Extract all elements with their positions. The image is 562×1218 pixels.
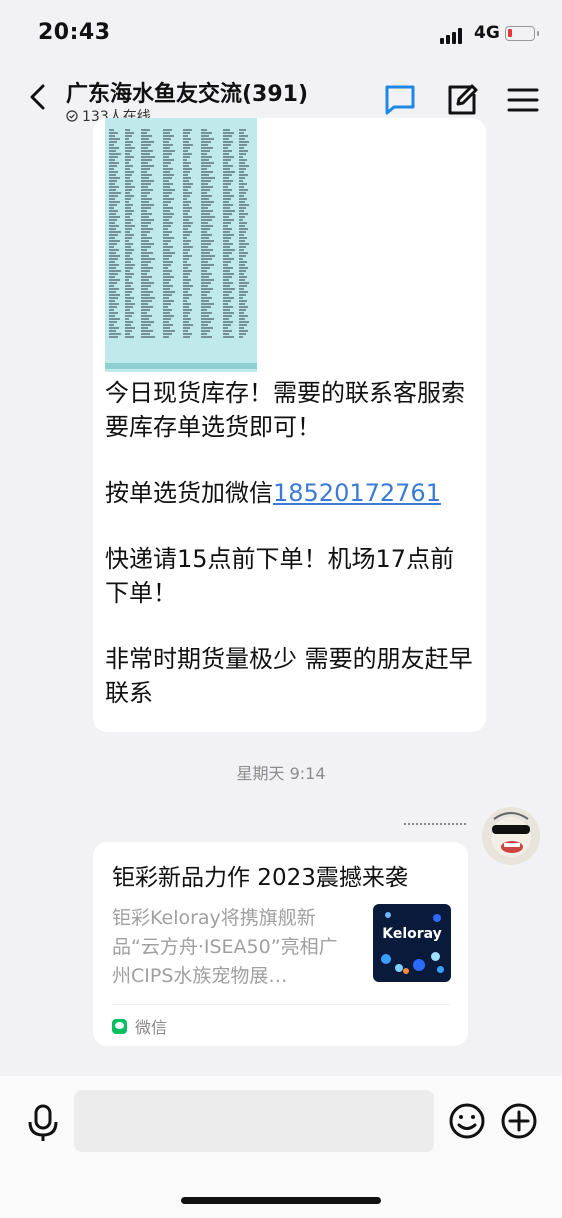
thumbnail-bubble (433, 914, 441, 922)
card-divider (112, 1004, 450, 1005)
group-title[interactable]: 广东海水鱼友交流(391) (66, 76, 308, 108)
message-timestamp: 星期天 9:14 (236, 764, 326, 783)
image-text-column (125, 128, 135, 352)
thumbnail-bubble (403, 968, 409, 974)
thumbnail-bubble (395, 964, 403, 972)
link-card[interactable]: 钜彩新品力作 2023震撼来袭 钜彩Keloray将携旗舰新品“云方舟·ISEA… (93, 842, 468, 1046)
thumbnail-bubble (413, 959, 425, 971)
network-type: 4G (474, 23, 500, 43)
card-source: 微信 (112, 1014, 167, 1038)
home-indicator (181, 1197, 381, 1204)
thumbnail-bubble (385, 912, 391, 918)
image-text-column (163, 128, 175, 352)
hamburger-menu-icon[interactable] (505, 82, 541, 118)
card-source-label: 微信 (135, 1018, 168, 1037)
stock-list-image[interactable] (105, 118, 257, 372)
image-footer-strip (105, 363, 257, 369)
image-text-column (201, 128, 215, 352)
card-description: 钜彩Keloray将携旗舰新品“云方舟·ISEA50”亮相广州CIPS水族宠物展… (112, 907, 338, 987)
phone-link[interactable]: 18520172761 (273, 479, 441, 507)
image-text-column (183, 128, 193, 352)
message-paragraph: 今日现货库存！需要的联系客服索要库存单选货即可！ (105, 379, 465, 441)
microphone-icon[interactable] (26, 1104, 60, 1142)
thumbnail-bubble (437, 966, 444, 973)
message-text-prefix: 按单选货加微信 (105, 479, 273, 507)
battery-icon (505, 26, 539, 41)
wechat-icon (112, 1018, 127, 1034)
thumbnail-bubble (431, 952, 440, 961)
signal-icon (440, 26, 468, 44)
thumbnail-text: Keloray (382, 926, 442, 942)
image-text-column (141, 128, 155, 352)
chat-bubble-icon[interactable] (382, 82, 418, 118)
sender-name-placeholder (404, 823, 466, 825)
message-text: 今日现货库存！需要的联系客服索要库存单选货即可！ 按单选货加微信18520172… (105, 376, 477, 710)
message-paragraph: 非常时期货量极少 需要的朋友赶早联系 (105, 645, 473, 707)
online-status-icon (66, 110, 78, 122)
image-text-column (239, 128, 249, 352)
card-title: 钜彩新品力作 2023震撼来袭 (112, 865, 408, 891)
status-bar: 20:43 4G (0, 0, 562, 70)
image-text-column (109, 128, 121, 352)
image-text-column (223, 128, 235, 352)
status-time: 20:43 (38, 20, 111, 45)
plus-circle-icon[interactable] (500, 1102, 538, 1140)
avatar[interactable] (482, 807, 540, 865)
thumbnail-bubble (381, 954, 391, 964)
message-bubble[interactable]: 今日现货库存！需要的联系客服索要库存单选货即可！ 按单选货加微信18520172… (93, 118, 486, 732)
message-paragraph: 按单选货加微信18520172761 (105, 476, 477, 510)
message-paragraph: 快递请15点前下单！机场17点前下单！ (105, 545, 455, 607)
emoji-icon[interactable] (448, 1102, 486, 1140)
card-thumbnail: Keloray (373, 904, 451, 982)
edit-icon[interactable] (444, 82, 480, 118)
message-input[interactable] (74, 1090, 434, 1152)
chevron-left-icon[interactable] (24, 82, 54, 112)
